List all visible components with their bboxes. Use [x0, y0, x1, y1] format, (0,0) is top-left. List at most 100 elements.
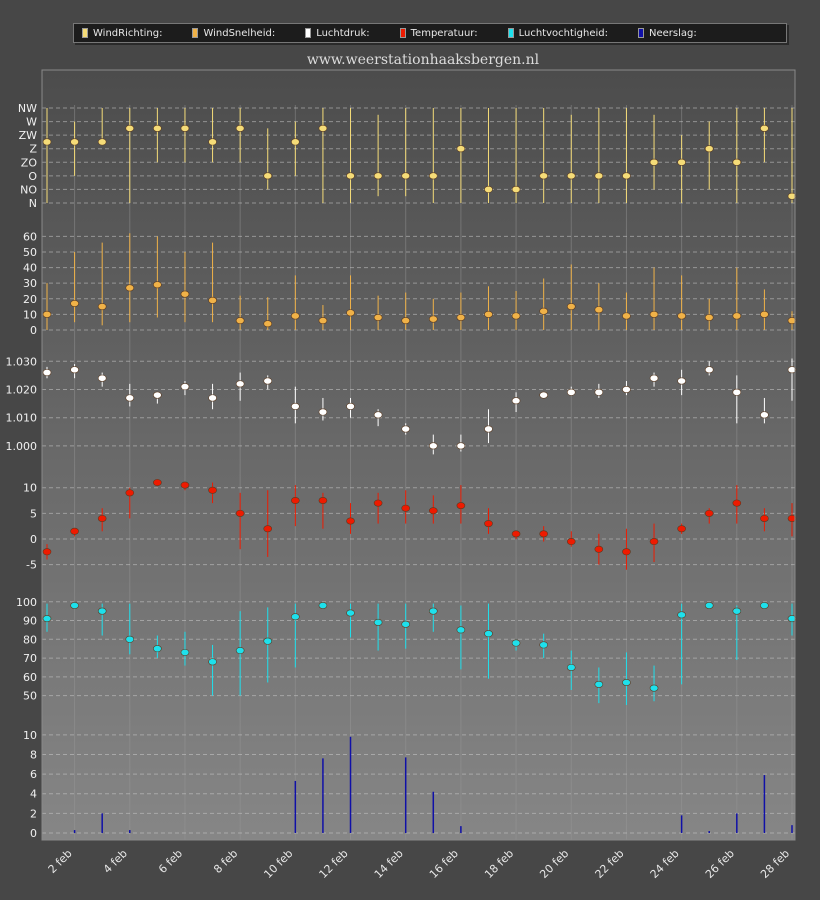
- data-point: [291, 613, 300, 621]
- data-point: [760, 124, 769, 132]
- x-tick-label: 8 feb: [211, 847, 240, 876]
- y-tick-label: 60: [23, 671, 37, 684]
- data-point: [42, 615, 52, 623]
- data-point: [125, 284, 135, 292]
- data-point: [373, 499, 383, 507]
- data-point: [456, 442, 466, 450]
- data-point: [70, 527, 79, 535]
- data-point: [125, 635, 135, 643]
- data-point: [622, 678, 631, 686]
- data-point: [649, 684, 659, 692]
- data-point: [97, 138, 107, 146]
- x-tick-label: 6 feb: [156, 847, 185, 876]
- data-point: [373, 314, 383, 322]
- data-point: [732, 388, 742, 396]
- data-point: [373, 411, 383, 419]
- data-point: [511, 639, 521, 647]
- y-tick-label: 1.010: [6, 412, 38, 425]
- data-point: [208, 138, 217, 146]
- data-point: [428, 607, 438, 615]
- y-tick-label: -5: [26, 559, 37, 572]
- data-point: [235, 647, 245, 655]
- x-tick-label: 14 feb: [372, 847, 406, 881]
- data-point: [649, 538, 659, 546]
- data-point: [732, 158, 742, 166]
- data-point: [153, 479, 162, 487]
- data-point: [622, 312, 631, 320]
- data-point: [704, 366, 714, 374]
- data-point: [732, 499, 742, 507]
- data-point: [511, 530, 521, 538]
- y-tick-label: 10: [23, 308, 37, 321]
- x-tick-label: 2 feb: [46, 847, 75, 876]
- data-point: [484, 185, 493, 193]
- data-point: [346, 517, 355, 525]
- data-point: [125, 124, 135, 132]
- data-point: [318, 408, 328, 416]
- data-point: [263, 525, 273, 533]
- data-point: [153, 391, 162, 399]
- x-tick-label: 10 feb: [261, 847, 295, 881]
- data-point: [456, 145, 466, 153]
- data-point: [622, 548, 631, 556]
- data-point: [153, 281, 162, 289]
- data-point: [401, 504, 411, 512]
- data-point: [760, 310, 769, 318]
- x-tick-label: 18 feb: [482, 847, 516, 881]
- data-point: [677, 312, 686, 320]
- data-point: [346, 609, 355, 617]
- data-point: [594, 545, 604, 553]
- x-tick-label: 26 feb: [703, 847, 737, 881]
- y-tick-label: ZW: [19, 129, 38, 142]
- y-tick-label: W: [26, 116, 37, 129]
- data-point: [263, 172, 273, 180]
- x-tick-label: 12 feb: [317, 847, 351, 881]
- data-point: [704, 602, 714, 610]
- data-point: [566, 172, 576, 180]
- data-point: [180, 383, 190, 391]
- y-tick-label: Z: [29, 143, 37, 156]
- data-point: [704, 314, 714, 322]
- data-point: [235, 509, 245, 517]
- data-point: [594, 388, 604, 396]
- data-point: [677, 158, 686, 166]
- data-point: [42, 138, 52, 146]
- data-point: [760, 411, 769, 419]
- data-point: [318, 124, 328, 132]
- data-point: [318, 602, 328, 610]
- y-tick-label: O: [28, 170, 37, 183]
- data-point: [456, 314, 466, 322]
- data-point: [539, 391, 548, 399]
- data-point: [649, 310, 659, 318]
- y-tick-label: 100: [16, 596, 37, 609]
- data-point: [153, 124, 162, 132]
- data-point: [594, 680, 604, 688]
- data-point: [208, 394, 217, 402]
- data-point: [760, 514, 769, 522]
- data-point: [180, 290, 190, 298]
- y-tick-label: 1.000: [6, 440, 38, 453]
- data-point: [484, 310, 493, 318]
- data-point: [373, 618, 383, 626]
- data-point: [456, 626, 466, 634]
- x-tick-label: 28 feb: [758, 847, 792, 881]
- data-point: [539, 172, 548, 180]
- data-point: [539, 530, 548, 538]
- data-point: [704, 509, 714, 517]
- data-point: [566, 663, 576, 671]
- y-tick-label: 8: [30, 748, 37, 761]
- data-point: [401, 317, 411, 325]
- data-point: [428, 507, 438, 515]
- data-point: [180, 481, 190, 489]
- y-tick-label: 20: [23, 293, 37, 306]
- data-point: [401, 172, 411, 180]
- data-point: [263, 320, 273, 328]
- data-point: [622, 385, 631, 393]
- data-point: [318, 497, 328, 505]
- data-point: [235, 380, 245, 388]
- x-tick-label: 4 feb: [101, 847, 130, 876]
- data-point: [732, 607, 742, 615]
- y-tick-label: ZO: [21, 156, 38, 169]
- y-tick-label: 2: [30, 807, 37, 820]
- data-point: [428, 442, 438, 450]
